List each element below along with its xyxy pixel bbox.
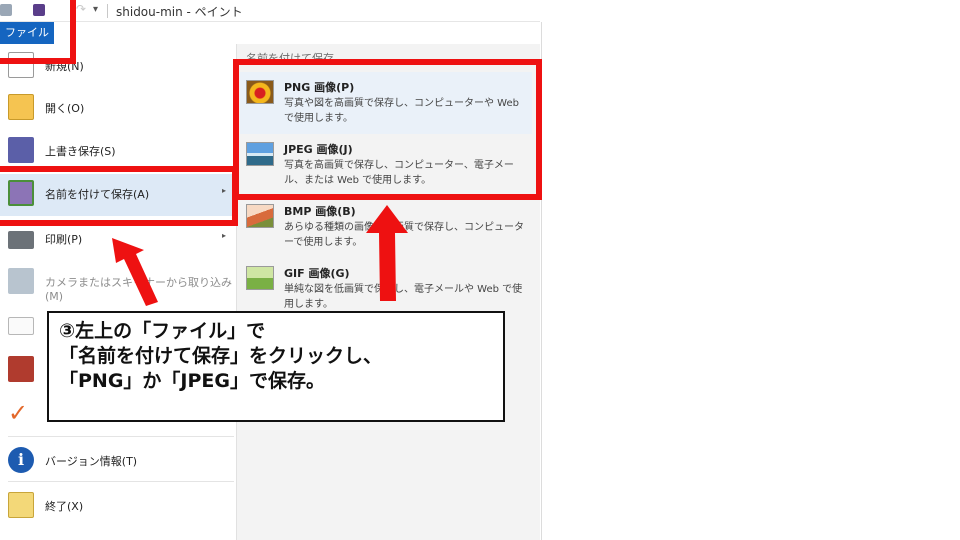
- camera-scanner-icon: [8, 268, 34, 294]
- annotation-line-3: 「PNG」か「JPEG」で保存。: [59, 370, 325, 392]
- highlight-png-jpeg: [233, 59, 542, 200]
- annotation-line-2: 「名前を付けて保存」をクリックし、: [59, 345, 383, 367]
- menu-item-save[interactable]: 上書き保存(S): [0, 131, 237, 171]
- info-icon: i: [8, 447, 34, 473]
- menu-item-exit[interactable]: 終了(X): [0, 486, 237, 526]
- title-bar: ↷ ▾ shidou-min - ペイント: [0, 0, 540, 22]
- desktop-background-icon: [8, 356, 34, 382]
- submenu-item-title: BMP 画像(B): [284, 205, 356, 218]
- checkmark-icon: ✓: [8, 399, 29, 427]
- submenu-item-title: GIF 画像(G): [284, 267, 350, 280]
- annotation-line-1: ③左上の「ファイル」で: [59, 320, 266, 342]
- printer-icon: [8, 231, 34, 249]
- arrow-to-save-as: [112, 238, 158, 306]
- menu-divider: [8, 436, 234, 437]
- highlight-file-tab: [0, 0, 76, 64]
- open-folder-icon: [8, 94, 34, 120]
- exit-icon: [8, 492, 34, 518]
- customize-toolbar-icon[interactable]: ▾: [93, 4, 98, 15]
- annotation-callout: ③左上の「ファイル」で 「名前を付けて保存」をクリックし、 「PNG」か「JPE…: [47, 311, 505, 422]
- menu-item-label: 印刷(P): [45, 233, 83, 246]
- bmp-image-icon: [246, 204, 274, 228]
- menu-item-about[interactable]: i バージョン情報(T): [0, 441, 237, 481]
- title-separator: [107, 4, 108, 18]
- menu-item-label: バージョン情報(T): [45, 455, 138, 468]
- menu-item-open[interactable]: 開く(O): [0, 88, 237, 128]
- menu-item-label: 開く(O): [45, 102, 85, 115]
- highlight-save-as: [0, 166, 238, 226]
- email-icon: [8, 317, 34, 335]
- menu-divider: [8, 481, 234, 482]
- menu-item-label: 上書き保存(S): [45, 145, 116, 158]
- arrow-to-png-jpeg: [366, 205, 408, 301]
- menu-item-label: 終了(X): [45, 500, 84, 513]
- window-title: shidou-min - ペイント: [116, 5, 243, 19]
- gif-image-icon: [246, 266, 274, 290]
- redo-icon[interactable]: ↷: [76, 2, 86, 16]
- save-disk-icon: [8, 137, 34, 163]
- submenu-arrow-icon: ▸: [222, 231, 227, 240]
